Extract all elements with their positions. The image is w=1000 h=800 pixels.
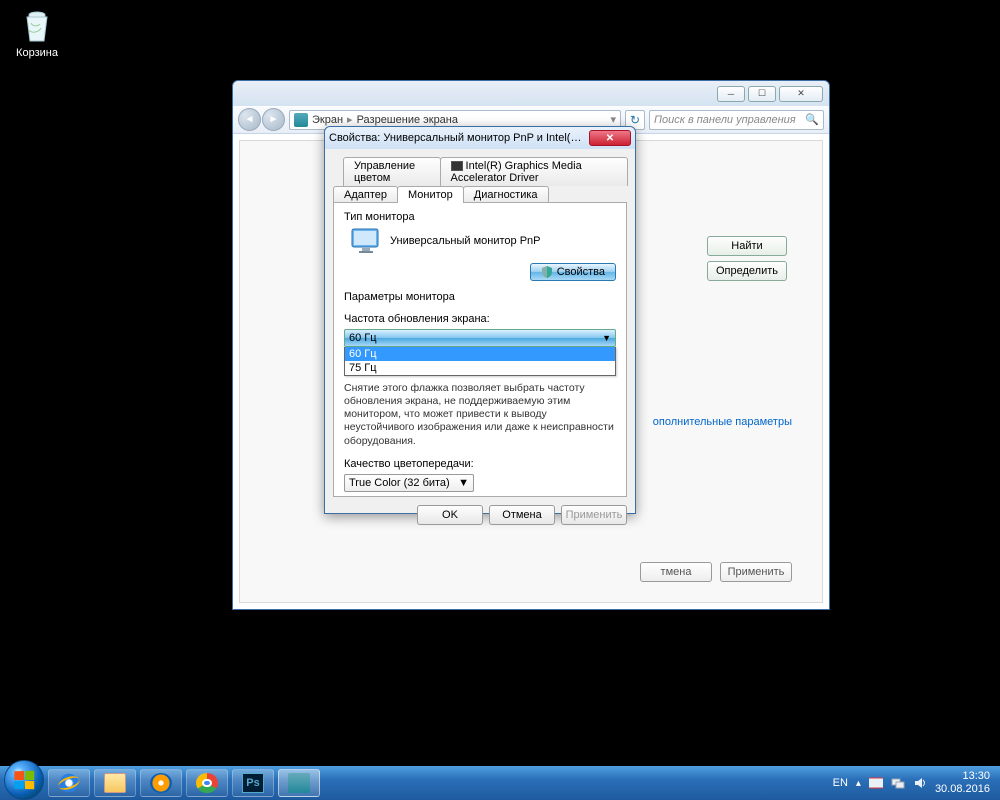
- search-placeholder: Поиск в панели управления: [654, 114, 796, 126]
- tab-intel-driver[interactable]: Intel(R) Graphics Media Accelerator Driv…: [440, 157, 628, 186]
- color-quality-combo[interactable]: True Color (32 бита) ▼: [344, 474, 474, 492]
- volume-icon[interactable]: [913, 776, 927, 790]
- dialog-close-button[interactable]: ✕: [589, 130, 631, 146]
- nav-back-button[interactable]: ◄: [238, 108, 261, 131]
- advanced-settings-link[interactable]: ополнительные параметры: [653, 416, 792, 428]
- tray-time: 13:30: [935, 770, 990, 783]
- breadcrumb-leaf: Разрешение экрана: [357, 114, 458, 126]
- refresh-help-text: Снятие этого флажка позволяет выбрать ча…: [344, 382, 616, 448]
- color-quality-value: True Color (32 бита): [349, 477, 450, 489]
- maximize-button[interactable]: ☐: [748, 86, 776, 102]
- chevron-down-icon: ▼: [602, 333, 611, 343]
- taskbar: Ps EN ▴ 13:30 30.08.2016: [0, 766, 1000, 800]
- refresh-option-75[interactable]: 75 Гц: [345, 361, 615, 375]
- chevron-down-icon: ▼: [458, 477, 469, 489]
- folder-icon: [104, 773, 126, 793]
- cp-titlebar: ─ ☐ ✕: [233, 81, 829, 106]
- recycle-bin-label: Корзина: [12, 47, 62, 59]
- monitor-name: Универсальный монитор PnP: [390, 235, 541, 247]
- monitor-icon: [350, 227, 382, 255]
- tray-language[interactable]: EN: [833, 777, 848, 789]
- refresh-option-60[interactable]: 60 Гц: [345, 347, 615, 361]
- dialog-title: Свойства: Универсальный монитор PnP и In…: [329, 132, 589, 144]
- apply-button[interactable]: Применить: [561, 505, 627, 525]
- breadcrumb-root: Экран: [312, 114, 343, 126]
- monitor-properties-dialog: Свойства: Универсальный монитор PnP и In…: [324, 126, 636, 514]
- properties-button[interactable]: Свойства: [530, 263, 616, 281]
- media-player-icon: [150, 773, 172, 793]
- dialog-titlebar[interactable]: Свойства: Универсальный монитор PnP и In…: [325, 127, 635, 149]
- tab-strip: Управление цветом Intel(R) Graphics Medi…: [333, 157, 627, 203]
- recycle-bin[interactable]: Корзина: [12, 5, 62, 59]
- close-button[interactable]: ✕: [779, 86, 823, 102]
- control-panel-icon: [288, 773, 310, 793]
- minimize-button[interactable]: ─: [717, 86, 745, 102]
- system-tray: EN ▴ 13:30 30.08.2016: [833, 770, 996, 795]
- tray-overflow-icon[interactable]: ▴: [856, 778, 861, 789]
- chevron-down-icon[interactable]: ▾: [610, 113, 616, 126]
- tab-panel-monitor: Тип монитора Универсальный монитор PnP С…: [333, 202, 627, 497]
- network-icon[interactable]: [891, 776, 905, 790]
- chrome-icon: [196, 773, 218, 793]
- bg-cancel-button[interactable]: тмена: [640, 562, 712, 582]
- refresh-rate-value: 60 Гц: [349, 332, 377, 344]
- search-input[interactable]: Поиск в панели управления 🔍: [649, 110, 824, 130]
- display-icon: [294, 113, 308, 127]
- taskbar-photoshop[interactable]: Ps: [232, 769, 274, 797]
- taskbar-explorer[interactable]: [94, 769, 136, 797]
- windows-logo-icon: [14, 771, 34, 789]
- recycle-bin-icon: [17, 5, 57, 45]
- dialog-footer: OK Отмена Применить: [333, 497, 627, 525]
- flag-icon[interactable]: [869, 776, 883, 790]
- refresh-rate-dropdown: 60 Гц 75 Гц: [344, 347, 616, 376]
- nav-forward-button[interactable]: ►: [262, 108, 285, 131]
- tab-color-management[interactable]: Управление цветом: [343, 157, 441, 186]
- tray-clock[interactable]: 13:30 30.08.2016: [935, 770, 990, 795]
- start-button[interactable]: [4, 760, 44, 800]
- search-icon: 🔍: [805, 113, 819, 126]
- params-label: Параметры монитора: [344, 291, 616, 303]
- monitor-type-label: Тип монитора: [344, 211, 616, 223]
- taskbar-chrome[interactable]: [186, 769, 228, 797]
- bg-apply-button[interactable]: Применить: [720, 562, 792, 582]
- find-button[interactable]: Найти: [707, 236, 787, 256]
- tray-date: 30.08.2016: [935, 783, 990, 796]
- chevron-right-icon: ▸: [347, 113, 353, 126]
- tab-adapter[interactable]: Адаптер: [333, 186, 398, 203]
- refresh-rate-combo[interactable]: 60 Гц ▼: [344, 329, 616, 347]
- taskbar-ie[interactable]: [48, 769, 90, 797]
- refresh-rate-label: Частота обновления экрана:: [344, 313, 616, 325]
- detect-button[interactable]: Определить: [707, 261, 787, 281]
- tab-monitor[interactable]: Монитор: [397, 186, 464, 203]
- shield-icon: [541, 266, 553, 278]
- tab-diagnostics[interactable]: Диагностика: [463, 186, 549, 203]
- cancel-button[interactable]: Отмена: [489, 505, 555, 525]
- taskbar-control-panel[interactable]: [278, 769, 320, 797]
- ie-icon: [58, 773, 80, 793]
- intel-icon: [451, 161, 463, 171]
- color-quality-label: Качество цветопередачи:: [344, 458, 616, 470]
- photoshop-icon: Ps: [242, 773, 264, 793]
- ok-button[interactable]: OK: [417, 505, 483, 525]
- taskbar-wmp[interactable]: [140, 769, 182, 797]
